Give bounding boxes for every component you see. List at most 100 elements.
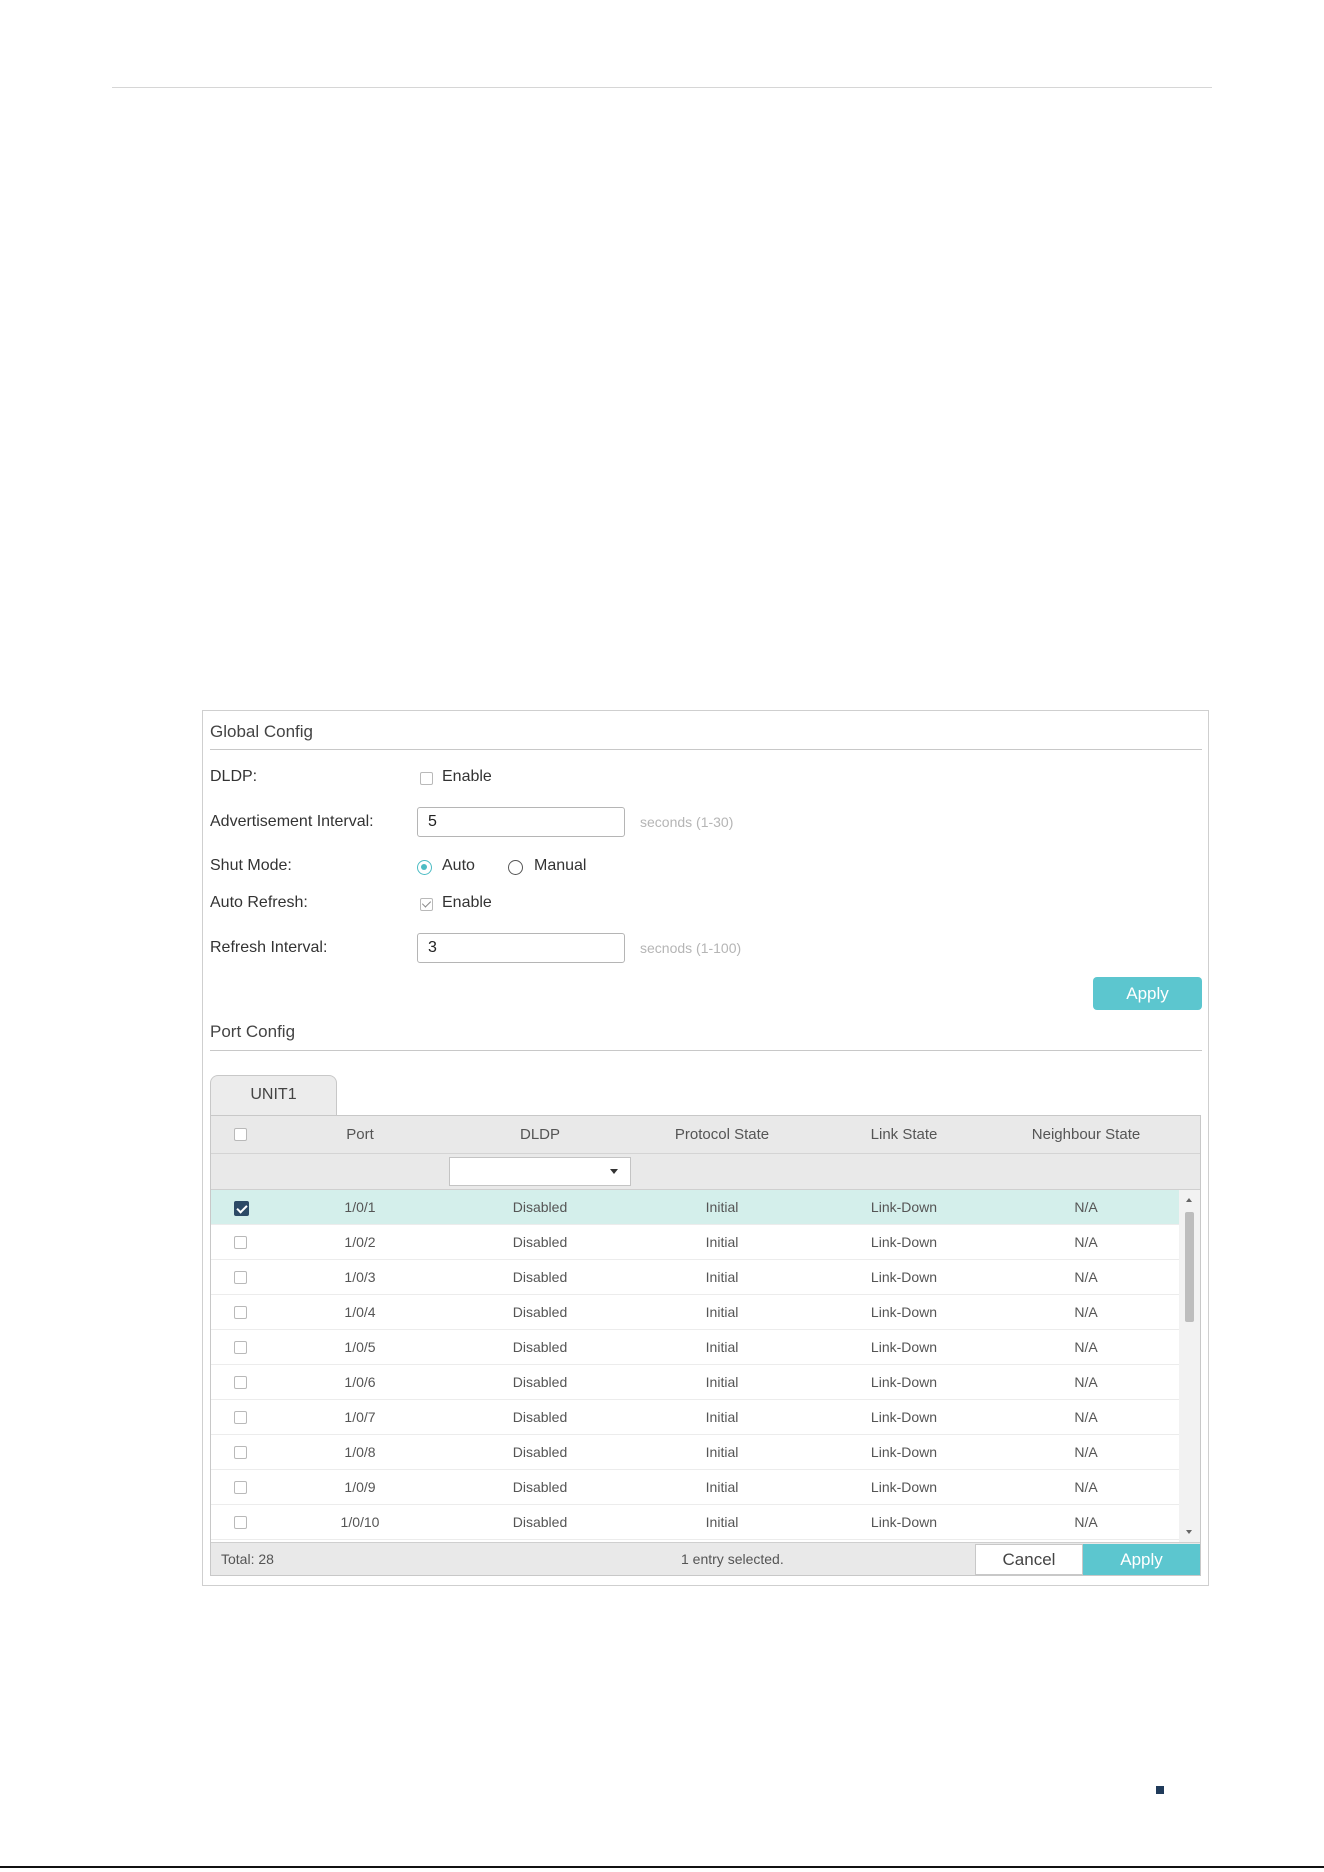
table-row[interactable]: 1/0/2 Disabled Initial Link-Down N/A <box>211 1225 1179 1260</box>
port-cell: 1/0/4 <box>344 1304 376 1320</box>
link-state-cell: Link-Down <box>870 1339 938 1355</box>
column-header-port[interactable]: Port <box>271 1116 449 1154</box>
port-cell: 1/0/7 <box>344 1409 376 1425</box>
protocol-state-cell: Initial <box>705 1199 739 1215</box>
total-count: Total: 28 <box>221 1551 274 1567</box>
table-row[interactable]: 1/0/1 Disabled Initial Link-Down N/A <box>211 1190 1179 1225</box>
neighbour-state-cell: N/A <box>1074 1304 1098 1320</box>
row-checkbox[interactable] <box>234 1481 247 1494</box>
row-checkbox[interactable] <box>234 1516 247 1529</box>
table-footer: Total: 28 1 entry selected. Cancel Apply <box>211 1542 1200 1575</box>
dldp-cell: Disabled <box>512 1199 568 1215</box>
link-state-cell: Link-Down <box>870 1269 938 1285</box>
global-config-title: Global Config <box>210 722 314 741</box>
neighbour-state-cell: N/A <box>1074 1199 1098 1215</box>
shut-mode-manual-label: Manual <box>534 857 587 874</box>
row-checkbox[interactable] <box>234 1271 247 1284</box>
shut-mode-auto-radio[interactable] <box>417 860 432 875</box>
shut-mode-auto-label: Auto <box>442 857 475 874</box>
port-config-title: Port Config <box>210 1022 296 1041</box>
global-config-divider <box>210 749 1202 750</box>
dldp-cell: Disabled <box>512 1269 568 1285</box>
column-header-link-state[interactable]: Link State <box>813 1116 995 1154</box>
link-state-cell: Link-Down <box>870 1479 938 1495</box>
auto-refresh-enable-checkbox[interactable] <box>420 898 433 911</box>
link-state-cell: Link-Down <box>870 1409 938 1425</box>
port-cell: 1/0/10 <box>340 1514 380 1530</box>
advertisement-interval-hint: seconds (1-30) <box>640 814 734 830</box>
dldp-cell: Disabled <box>512 1479 568 1495</box>
scroll-thumb[interactable] <box>1185 1212 1194 1322</box>
row-checkbox[interactable] <box>234 1236 247 1249</box>
shut-mode-label: Shut Mode: <box>210 857 292 874</box>
chevron-down-icon <box>610 1169 618 1174</box>
dldp-cell: Disabled <box>512 1514 568 1530</box>
neighbour-state-cell: N/A <box>1074 1234 1098 1250</box>
port-cell: 1/0/5 <box>344 1339 376 1355</box>
column-header-protocol-state[interactable]: Protocol State <box>631 1116 813 1154</box>
link-state-cell: Link-Down <box>870 1444 938 1460</box>
table-row[interactable]: 1/0/5 Disabled Initial Link-Down N/A <box>211 1330 1179 1365</box>
neighbour-state-cell: N/A <box>1074 1514 1098 1530</box>
refresh-interval-label: Refresh Interval: <box>210 939 328 956</box>
table-row[interactable]: 1/0/4 Disabled Initial Link-Down N/A <box>211 1295 1179 1330</box>
protocol-state-cell: Initial <box>705 1409 739 1425</box>
table-row[interactable]: 1/0/6 Disabled Initial Link-Down N/A <box>211 1365 1179 1400</box>
row-checkbox[interactable] <box>234 1446 247 1459</box>
protocol-state-cell: Initial <box>705 1514 739 1530</box>
table-header: Port DLDP Protocol State Link State Neig… <box>211 1116 1200 1154</box>
neighbour-state-cell: N/A <box>1074 1444 1098 1460</box>
row-checkbox[interactable] <box>234 1341 247 1354</box>
row-checkbox[interactable] <box>234 1411 247 1424</box>
select-all-checkbox[interactable] <box>234 1128 247 1141</box>
refresh-interval-input[interactable] <box>417 933 625 963</box>
protocol-state-cell: Initial <box>705 1269 739 1285</box>
footer-divider <box>0 1866 1324 1868</box>
port-cell: 1/0/6 <box>344 1374 376 1390</box>
advertisement-interval-label: Advertisement Interval: <box>210 813 374 830</box>
dldp-config-panel: Global Config DLDP: Enable Advertisement… <box>202 710 1209 1586</box>
table-row[interactable]: 1/0/7 Disabled Initial Link-Down N/A <box>211 1400 1179 1435</box>
dldp-cell: Disabled <box>512 1409 568 1425</box>
scroll-down-icon[interactable] <box>1186 1530 1192 1534</box>
link-state-cell: Link-Down <box>870 1304 938 1320</box>
global-apply-button[interactable]: Apply <box>1093 977 1202 1010</box>
table-row[interactable]: 1/0/3 Disabled Initial Link-Down N/A <box>211 1260 1179 1295</box>
table-row[interactable]: 1/0/8 Disabled Initial Link-Down N/A <box>211 1435 1179 1470</box>
neighbour-state-cell: N/A <box>1074 1269 1098 1285</box>
port-apply-button[interactable]: Apply <box>1083 1544 1200 1575</box>
shut-mode-manual-radio[interactable] <box>508 860 523 875</box>
cancel-button[interactable]: Cancel <box>975 1544 1083 1575</box>
row-checkbox[interactable] <box>234 1201 249 1216</box>
dldp-filter-select[interactable] <box>449 1157 631 1186</box>
header-divider <box>112 87 1212 88</box>
scroll-up-icon[interactable] <box>1186 1198 1192 1202</box>
tab-unit1[interactable]: UNIT1 <box>210 1075 337 1115</box>
port-table: Port DLDP Protocol State Link State Neig… <box>210 1115 1201 1576</box>
dldp-cell: Disabled <box>512 1339 568 1355</box>
neighbour-state-cell: N/A <box>1074 1374 1098 1390</box>
auto-refresh-label: Auto Refresh: <box>210 894 308 911</box>
protocol-state-cell: Initial <box>705 1374 739 1390</box>
port-cell: 1/0/1 <box>344 1199 376 1215</box>
dldp-cell: Disabled <box>512 1444 568 1460</box>
row-checkbox[interactable] <box>234 1306 247 1319</box>
port-cell: 1/0/3 <box>344 1269 376 1285</box>
link-state-cell: Link-Down <box>870 1374 938 1390</box>
dldp-cell: Disabled <box>512 1374 568 1390</box>
dldp-enable-checkbox[interactable] <box>420 772 433 785</box>
column-header-neighbour-state[interactable]: Neighbour State <box>995 1116 1177 1154</box>
dldp-label: DLDP: <box>210 768 258 785</box>
column-header-dldp[interactable]: DLDP <box>449 1116 631 1154</box>
dldp-cell: Disabled <box>512 1234 568 1250</box>
table-row[interactable]: 1/0/9 Disabled Initial Link-Down N/A <box>211 1470 1179 1505</box>
neighbour-state-cell: N/A <box>1074 1409 1098 1425</box>
dldp-enable-label: Enable <box>442 768 492 785</box>
row-checkbox[interactable] <box>234 1376 247 1389</box>
table-scrollbar[interactable] <box>1179 1190 1200 1542</box>
port-cell: 1/0/9 <box>344 1479 376 1495</box>
advertisement-interval-input[interactable] <box>417 807 625 837</box>
port-cell: 1/0/8 <box>344 1444 376 1460</box>
link-state-cell: Link-Down <box>870 1234 938 1250</box>
table-row[interactable]: 1/0/10 Disabled Initial Link-Down N/A <box>211 1505 1179 1540</box>
